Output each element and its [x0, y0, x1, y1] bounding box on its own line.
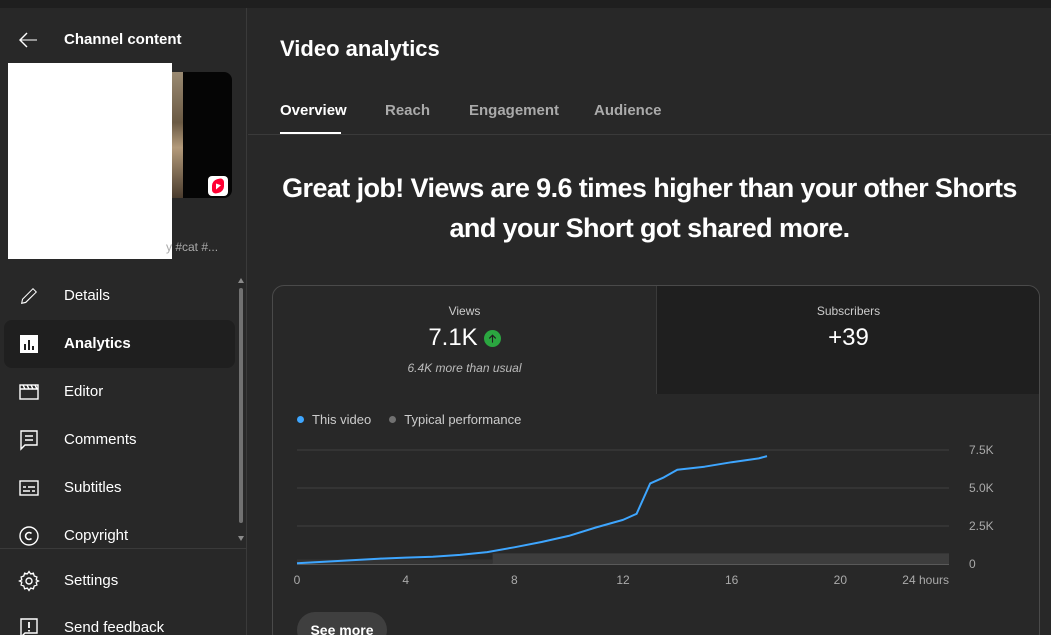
sidebar-item-analytics[interactable]: Analytics — [4, 320, 235, 368]
see-more-button[interactable]: See more — [297, 612, 387, 635]
trend-up-icon — [483, 329, 501, 347]
sidebar-item-label: Send feedback — [64, 619, 165, 635]
sidebar-item-send-feedback[interactable]: Send feedback — [4, 604, 235, 635]
legend-typical-performance: Typical performance — [389, 412, 521, 427]
pencil-icon — [21, 288, 37, 304]
back-arrow-icon[interactable] — [16, 28, 40, 52]
y-tick-label: 0 — [969, 557, 976, 571]
channel-content-title: Channel content — [64, 31, 182, 48]
x-tick-label: 20 — [834, 573, 848, 587]
y-tick-label: 5.0K — [969, 481, 994, 495]
sidebar-item-label: Settings — [64, 572, 119, 589]
x-tick-label: 0 — [294, 573, 301, 587]
chart-legend: This video Typical performance — [297, 412, 521, 427]
x-tick-label: 4 — [402, 573, 409, 587]
views-comparison: 6.4K more than usual — [407, 361, 522, 375]
sidebar-scrollbar[interactable] — [237, 278, 245, 543]
comment-icon — [20, 430, 38, 451]
sidebar: Channel content y #cat #... Details Anal… — [0, 8, 247, 635]
y-tick-label: 2.5K — [969, 519, 994, 533]
sidebar-item-editor[interactable]: Editor — [4, 368, 235, 416]
views-value-row: 7.1K — [273, 324, 656, 352]
gear-icon — [18, 570, 40, 592]
views-metric[interactable]: Views 7.1K 6.4K more than usual — [273, 286, 656, 394]
clapper-icon — [19, 384, 39, 400]
x-tick-label: 12 — [616, 573, 630, 587]
views-label: Views — [448, 304, 481, 318]
sidebar-item-label: Comments — [64, 431, 137, 448]
sidebar-item-label: Editor — [64, 383, 104, 400]
sidebar-nav: Details Analytics Editor Comments Subtit… — [0, 272, 240, 550]
x-tick-label: 8 — [511, 573, 518, 587]
tab-reach[interactable]: Reach — [385, 102, 430, 119]
tab-overview[interactable]: Overview — [280, 102, 347, 119]
sidebar-item-comments[interactable]: Comments — [4, 416, 235, 464]
top-bar — [0, 0, 1051, 8]
y-tick-label: 7.5K — [969, 443, 994, 457]
sidebar-item-label: Copyright — [64, 527, 129, 544]
thumbnail-placeholder — [8, 63, 172, 259]
sidebar-item-copyright[interactable]: Copyright — [4, 512, 235, 550]
tab-engagement[interactable]: Engagement — [469, 102, 559, 119]
scroll-down-arrow-icon[interactable] — [238, 536, 244, 541]
overview-card: Views 7.1K 6.4K more than usual Subscrib… — [272, 285, 1040, 635]
subscribers-label: Subscribers — [816, 304, 881, 318]
shorts-icon — [208, 176, 228, 196]
headline-line-2: and your Short got shared more. — [449, 213, 851, 243]
legend-dot-this-video — [297, 416, 304, 423]
legend-this-video: This video — [297, 412, 371, 427]
tab-audience[interactable]: Audience — [594, 102, 662, 119]
feedback-icon — [20, 618, 38, 635]
series-line-this-video — [296, 455, 768, 565]
tabs-divider — [248, 134, 1051, 135]
subscribers-value: +39 — [828, 324, 869, 351]
typical-performance-band — [492, 553, 949, 564]
sidebar-item-details[interactable]: Details — [4, 272, 235, 320]
legend-label: Typical performance — [404, 412, 522, 427]
performance-headline: Great job! Views are 9.6 times higher th… — [248, 168, 1051, 248]
legend-label: This video — [312, 412, 372, 427]
sidebar-item-label: Analytics — [64, 335, 131, 352]
page-title: Video analytics — [280, 36, 440, 61]
views-value: 7.1K — [428, 324, 478, 351]
sidebar-item-subtitles[interactable]: Subtitles — [4, 464, 235, 512]
scrollbar-thumb[interactable] — [239, 288, 243, 523]
video-thumbnail[interactable] — [8, 63, 232, 259]
back-row: Channel content — [0, 24, 247, 56]
sidebar-item-label: Subtitles — [64, 479, 122, 496]
sidebar-item-label: Details — [64, 287, 110, 304]
x-tick-label: 24 hours — [902, 573, 949, 587]
copyright-icon — [19, 526, 39, 546]
headline-line-1: Great job! Views are 9.6 times higher th… — [282, 173, 1017, 203]
thumbnail-image — [172, 72, 183, 198]
subscribers-metric[interactable]: Subscribers +39 — [656, 286, 1039, 394]
sidebar-divider — [0, 548, 247, 549]
video-title-caption: y #cat #... — [166, 240, 219, 254]
scroll-up-arrow-icon[interactable] — [238, 278, 244, 283]
sidebar-item-settings[interactable]: Settings — [4, 557, 235, 605]
main-content: Video analytics Overview Reach Engagemen… — [248, 8, 1051, 635]
x-tick-label: 16 — [725, 573, 739, 587]
legend-dot-typical — [389, 416, 397, 423]
analytics-icon — [20, 335, 38, 353]
subtitles-icon — [19, 480, 39, 496]
views-line-chart[interactable]: 0 2.5K 5.0K 7.5K 0 4 8 12 16 20 24 hours — [273, 436, 1040, 596]
